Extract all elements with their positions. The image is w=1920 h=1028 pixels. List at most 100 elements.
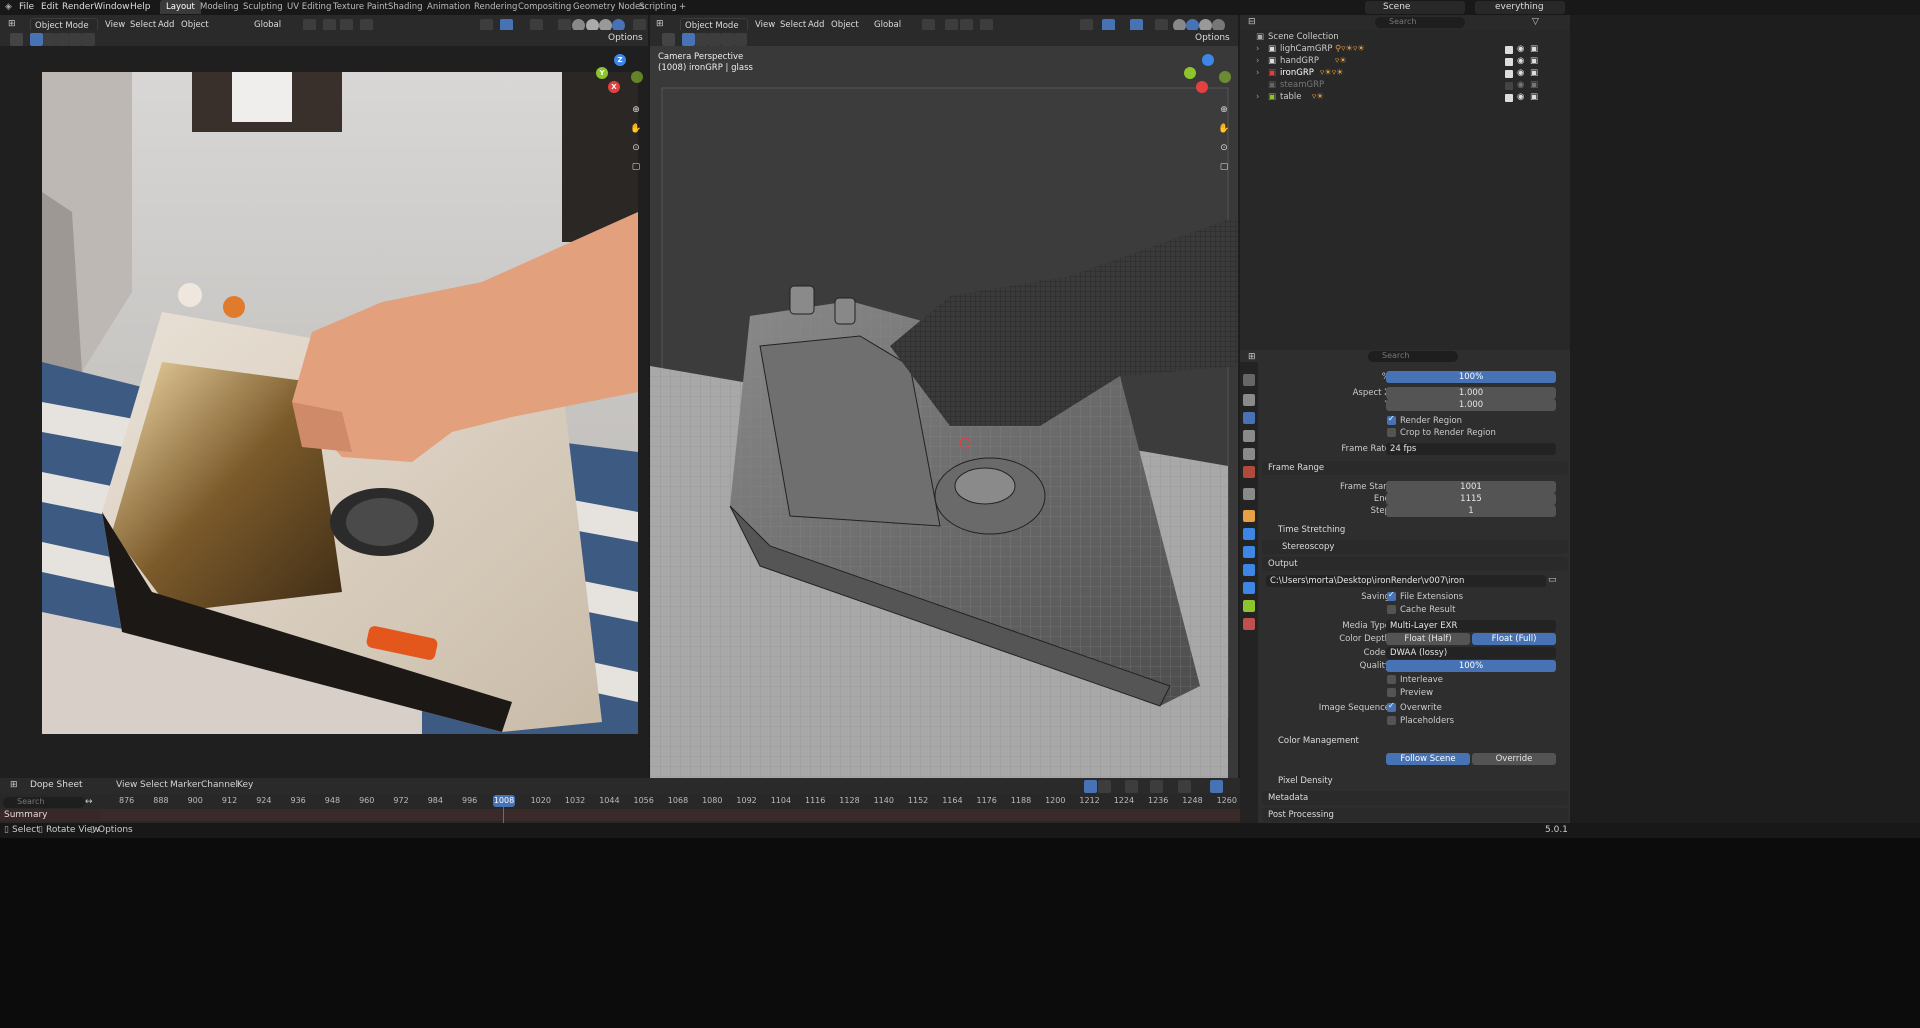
outliner-item-steamgrp[interactable]: ▣ steamGRP ◉ ▣ [1240, 80, 1570, 92]
include-checkbox[interactable] [1505, 70, 1513, 78]
channel-resize-icon[interactable]: ↔ [85, 797, 93, 807]
depth-half-button[interactable]: Float (Half) [1386, 633, 1470, 645]
properties-search[interactable]: Search [1368, 351, 1458, 362]
menu-edit[interactable]: Edit [41, 2, 58, 12]
menu-select[interactable]: Select [780, 20, 806, 30]
lock-icon[interactable]: ▢ [628, 159, 644, 175]
eye-icon[interactable]: ◉ [1517, 92, 1524, 102]
menu-select[interactable]: Select [130, 20, 156, 30]
properties-editor-icon[interactable]: ⊞ [1248, 352, 1256, 362]
render-camera-icon[interactable]: ▣ [1530, 92, 1538, 102]
menu-render[interactable]: Render [62, 2, 94, 12]
menu-window[interactable]: Window [94, 2, 130, 12]
file-extensions-checkbox[interactable] [1387, 590, 1396, 601]
tool-tab-icon[interactable] [1243, 374, 1255, 386]
summary-track[interactable] [100, 809, 1240, 821]
particles-tab-icon[interactable] [1243, 546, 1255, 558]
gizmo-z-axis[interactable] [1202, 54, 1214, 66]
frame-start-field[interactable]: 1001 [1386, 481, 1556, 493]
menu-channel[interactable]: Channel [201, 780, 238, 790]
gizmo-x-axis[interactable] [1196, 81, 1208, 93]
scene-tab-icon[interactable] [1243, 448, 1255, 460]
color-management-panel[interactable]: Color Management [1272, 734, 1558, 748]
dope-sheet-search[interactable]: Search [3, 797, 85, 808]
metadata-panel[interactable]: Metadata [1262, 791, 1568, 805]
outliner-item-handgrp[interactable]: › ▣ handGRP ▿☀ ◉ ▣ [1240, 56, 1570, 68]
gizmo-neg-y-axis[interactable] [1219, 71, 1231, 83]
frame-end-field[interactable]: 1115 [1386, 493, 1556, 505]
right-viewport[interactable]: Camera Perspective (1008) ironGRP | glas… [650, 46, 1238, 778]
override-button[interactable]: Override [1472, 753, 1556, 765]
media-type-dropdown[interactable]: Multi-Layer EXR [1386, 620, 1556, 632]
render-camera-icon[interactable]: ▣ [1530, 80, 1538, 90]
output-tab-icon[interactable] [1243, 412, 1255, 424]
data-tab-icon[interactable] [1243, 600, 1255, 612]
interpolation-icon[interactable] [1178, 780, 1191, 793]
expand-arrow-icon[interactable]: › [1256, 68, 1259, 78]
constraints-tab-icon[interactable] [1243, 582, 1255, 594]
frame-range-panel[interactable]: Frame Range [1262, 461, 1568, 475]
outliner-item-table[interactable]: › ▣ table ▿☀ ◉ ▣ [1240, 92, 1570, 104]
select-mode-new-icon[interactable] [30, 33, 43, 46]
left-viewport[interactable]: Z Y X ⊕ ✋ ⊙ ▢ [0, 46, 648, 778]
eye-icon[interactable]: ◉ [1517, 80, 1524, 90]
include-checkbox[interactable] [1505, 46, 1513, 54]
gizmo-y-axis[interactable] [1184, 67, 1196, 79]
menu-view[interactable]: View [755, 20, 775, 30]
include-checkbox[interactable] [1505, 94, 1513, 102]
outliner-item-lighcamgrp[interactable]: › ▣ lighCamGRP ⚲▿☀▿☀ ◉ ▣ [1240, 44, 1570, 56]
scene-selector[interactable]: Scene [1365, 1, 1465, 14]
modifiers-tab-icon[interactable] [1243, 528, 1255, 540]
gizmo-neg-y-axis[interactable] [631, 71, 643, 83]
cache-result-checkbox[interactable] [1387, 605, 1396, 614]
select-mode-subtract-icon[interactable] [708, 33, 721, 46]
physics-tab-icon[interactable] [1243, 564, 1255, 576]
add-workspace-button[interactable]: + [673, 0, 692, 14]
menu-view[interactable]: View [116, 780, 137, 790]
eye-icon[interactable]: ◉ [1517, 44, 1524, 54]
quality-field[interactable]: 100% [1386, 660, 1556, 672]
select-mode-invert-icon[interactable] [69, 33, 82, 46]
gizmo-z-axis[interactable]: Z [614, 54, 626, 66]
menu-object[interactable]: Object [181, 20, 209, 30]
render-tab-icon[interactable] [1243, 394, 1255, 406]
select-mode-subtract-icon[interactable] [56, 33, 69, 46]
view-layer-selector[interactable]: everything [1475, 1, 1565, 14]
time-stretching-panel[interactable]: Time Stretching [1272, 523, 1558, 537]
include-checkbox[interactable] [1505, 58, 1513, 66]
crop-region-checkbox[interactable] [1387, 428, 1396, 437]
outliner-search[interactable]: Search [1375, 17, 1465, 28]
collection-tab-icon[interactable] [1243, 488, 1255, 500]
overwrite-checkbox[interactable] [1387, 701, 1396, 712]
outliner-root[interactable]: ▣ Scene Collection [1240, 32, 1570, 44]
aspect-y-field[interactable]: 1.000 [1386, 399, 1556, 411]
select-mode-extend-icon[interactable] [695, 33, 708, 46]
world-tab-icon[interactable] [1243, 466, 1255, 478]
interleave-checkbox[interactable] [1387, 675, 1396, 684]
filter-icon[interactable]: ▽ [1532, 17, 1539, 27]
proportional-edit-icon[interactable] [1150, 780, 1163, 793]
gizmo-y-axis[interactable]: Y [596, 67, 608, 79]
eye-icon[interactable]: ◉ [1517, 56, 1524, 66]
options-button[interactable]: Options [608, 33, 643, 43]
blender-logo-icon[interactable]: ◈ [5, 2, 12, 12]
filter-icon[interactable] [1125, 780, 1138, 793]
post-processing-panel[interactable]: Post Processing [1262, 808, 1568, 822]
menu-marker[interactable]: Marker [170, 780, 201, 790]
pixel-density-panel[interactable]: Pixel Density [1272, 774, 1558, 788]
material-tab-icon[interactable] [1243, 618, 1255, 630]
frame-step-field[interactable]: 1 [1386, 505, 1556, 517]
current-frame-indicator[interactable]: 1008 [493, 795, 515, 807]
zoom-icon[interactable]: ⊕ [628, 102, 644, 118]
zoom-icon[interactable]: ⊕ [1216, 102, 1232, 118]
aspect-x-field[interactable]: 1.000 [1386, 387, 1556, 399]
select-mode-intersect-icon[interactable] [82, 33, 95, 46]
options-button[interactable]: Options [1195, 33, 1230, 43]
expand-arrow-icon[interactable]: › [1256, 44, 1259, 54]
pan-hand-icon[interactable]: ✋ [1216, 121, 1232, 137]
select-tool-icon[interactable] [10, 33, 23, 46]
view-layer-tab-icon[interactable] [1243, 430, 1255, 442]
gizmo-x-axis[interactable]: X [608, 81, 620, 93]
dope-sheet-mode-dropdown[interactable]: Dope Sheet [30, 780, 83, 790]
stereoscopy-panel[interactable]: Stereoscopy [1262, 540, 1568, 554]
